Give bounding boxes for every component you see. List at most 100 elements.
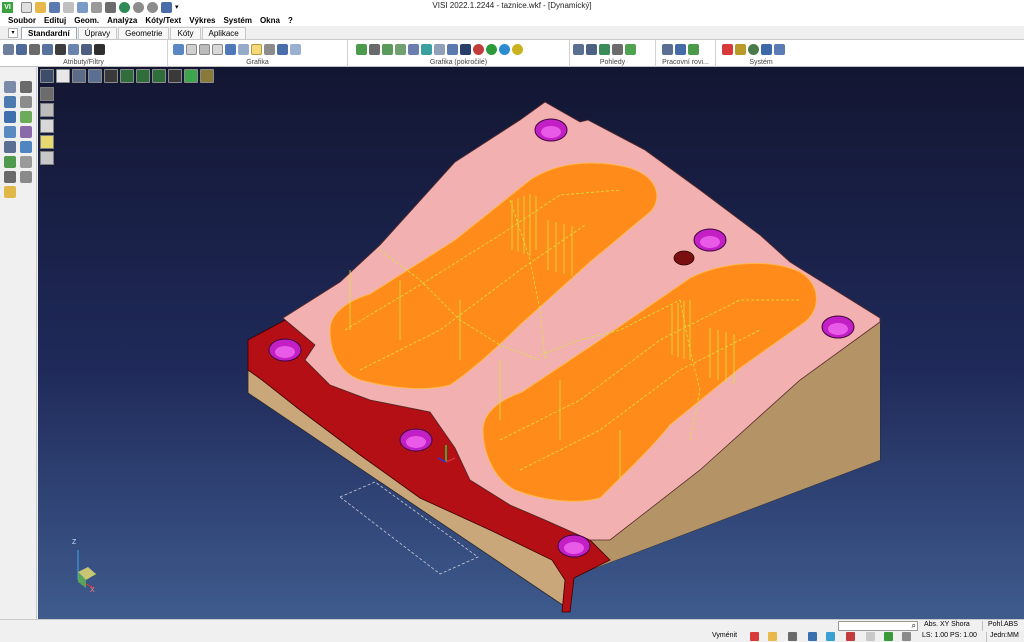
vp-side-cylinder-4-icon[interactable] [40,135,54,149]
menu-koty-text[interactable]: Kóty/Text [141,16,185,25]
shaded-cylinder-icon[interactable] [186,44,197,55]
status-layer-icon[interactable] [866,632,875,641]
status-cube-icon[interactable] [846,632,855,641]
section-icon[interactable] [264,44,275,55]
workplane-icon[interactable] [662,44,673,55]
vp-side-cylinder-2-icon[interactable] [40,103,54,117]
menu-analyza[interactable]: Analýza [103,16,141,25]
tab-aplikace[interactable]: Aplikace [201,27,246,39]
open-file-icon[interactable] [35,1,46,13]
menu-help[interactable]: ? [284,16,297,25]
view-top-icon[interactable] [586,44,597,55]
refresh-view-icon[interactable] [173,44,184,55]
floor-icon[interactable] [434,44,445,55]
units-label[interactable]: Jedn:MM [990,632,1019,639]
rotate-entity-icon[interactable] [20,141,32,153]
qat-dropdown-icon[interactable]: ▾ [175,2,186,13]
status-grid-icon[interactable] [902,632,911,641]
undo-select-icon[interactable] [20,171,32,183]
status-pencil-icon[interactable] [768,632,777,641]
vp-box-gold-icon[interactable] [200,69,214,83]
delete-icon[interactable] [4,171,16,183]
print-icon[interactable] [105,1,116,13]
box-select-icon[interactable] [4,96,16,108]
view-dynamic-icon[interactable] [573,44,584,55]
status-help-icon[interactable] [808,632,817,641]
vp-side-cylinder-5-icon[interactable] [40,151,54,165]
render-mode-icon[interactable] [225,44,236,55]
wire-cylinder-icon[interactable] [199,44,210,55]
ribbon-collapse-icon[interactable]: ▾ [8,28,18,38]
deselect-icon[interactable] [20,81,32,93]
view-label[interactable]: Abs. XY Shora [924,621,970,628]
select-icon[interactable] [4,81,16,93]
options-icon[interactable] [748,44,759,55]
display-list-icon[interactable] [408,44,419,55]
hide-icon[interactable] [81,44,92,55]
vp-box-shaded-icon[interactable] [184,69,198,83]
perspective-icon[interactable] [382,44,393,55]
style-icon[interactable] [68,44,79,55]
shadow-icon[interactable] [395,44,406,55]
redo-icon[interactable] [147,1,158,13]
menu-okna[interactable]: Okna [256,16,284,25]
vp-box-front-icon[interactable] [152,69,166,83]
green-sphere-icon[interactable] [486,44,497,55]
view-iso-icon[interactable] [599,44,610,55]
gold-sphere-icon[interactable] [512,44,523,55]
status-rotate-icon[interactable] [826,632,835,641]
menu-edituj[interactable]: Edituj [40,16,70,25]
edit-icon[interactable] [20,111,32,123]
projection-label[interactable]: Pohl.ABS [988,621,1018,628]
menu-system[interactable]: Systém [219,16,255,25]
visi-logo-icon[interactable]: VI [2,1,13,13]
new-file-icon[interactable] [21,1,32,13]
menu-vykres[interactable]: Výkres [185,16,219,25]
blue-sphere-icon[interactable] [499,44,510,55]
settings-folder-icon[interactable] [735,44,746,55]
background-icon[interactable] [447,44,458,55]
filter-icon[interactable] [29,44,40,55]
copy-icon[interactable] [4,126,16,138]
folder-icon[interactable] [4,186,16,198]
vp-side-cylinder-3-icon[interactable] [40,119,54,133]
vp-box-side-icon[interactable] [168,69,182,83]
vp-camera-icon[interactable] [72,69,86,83]
palette-icon[interactable] [722,44,733,55]
show-icon[interactable] [94,44,105,55]
reflection-icon[interactable] [421,44,432,55]
menu-soubor[interactable]: Soubor [4,16,40,25]
measure-icon[interactable] [4,156,16,168]
clear-button[interactable]: Vyménit [712,632,737,639]
save-icon[interactable] [49,1,60,13]
layers-icon[interactable] [16,44,27,55]
tab-standardni[interactable]: Standardní [21,27,77,39]
status-refresh-icon[interactable] [884,632,893,641]
search-icon[interactable]: ⌕ [912,621,916,631]
pen-icon[interactable] [20,126,32,138]
move-icon[interactable] [4,111,16,123]
view-rotate-icon[interactable] [612,44,623,55]
import-icon[interactable] [77,1,88,13]
globe-icon[interactable] [119,1,130,13]
vp-box-wire-icon[interactable] [104,69,118,83]
magnet-icon[interactable] [55,44,66,55]
lasso-icon[interactable] [20,96,32,108]
menu-geom[interactable]: Geom. [70,16,103,25]
edges-mode-icon[interactable] [238,44,249,55]
tab-koty[interactable]: Kóty [170,27,201,39]
smooth-icon[interactable] [356,44,367,55]
hidden-line-icon[interactable] [212,44,223,55]
graphics-viewport[interactable]: Z X [38,67,1024,619]
tree-icon[interactable] [4,141,16,153]
home-icon[interactable] [161,1,172,13]
undo-icon[interactable] [133,1,144,13]
config-icon[interactable] [774,44,785,55]
vp-box-iso-icon[interactable] [120,69,134,83]
status-snap-icon[interactable] [788,632,797,641]
vp-box-top-icon[interactable] [136,69,150,83]
view-zoom-icon[interactable] [625,44,636,55]
clip-icon[interactable] [369,44,380,55]
vp-sheet-icon[interactable] [56,69,70,83]
material-icon[interactable] [460,44,471,55]
